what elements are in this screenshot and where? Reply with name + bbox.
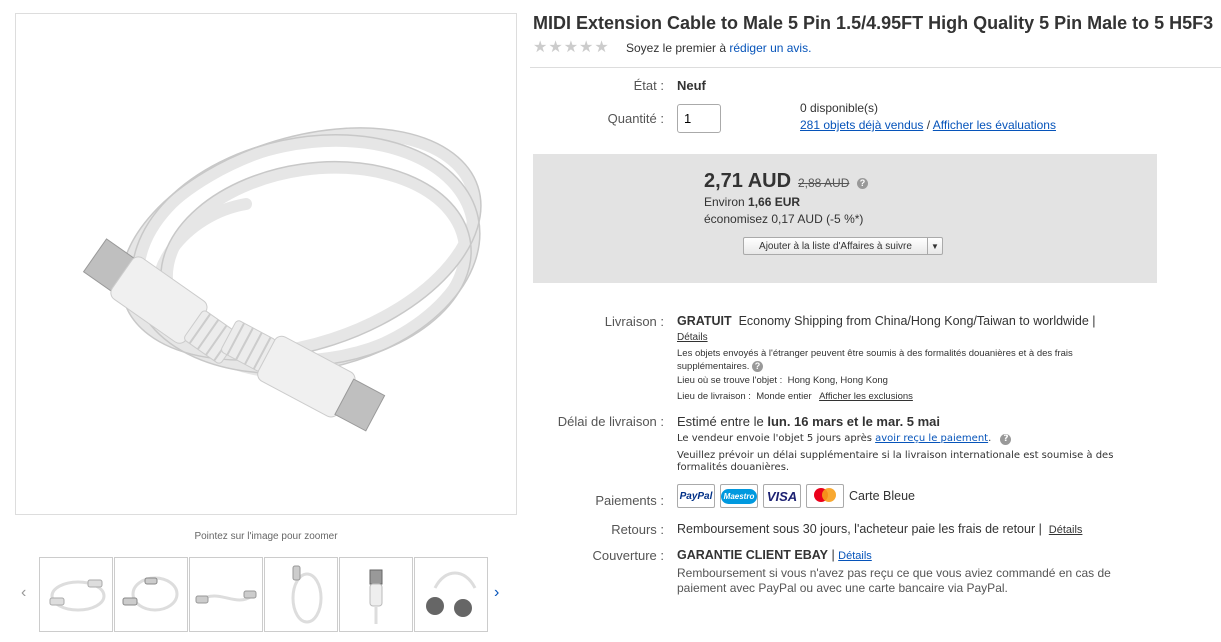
- mastercard-logo: [806, 484, 844, 508]
- sold-count-link[interactable]: 281 objets déjà vendus: [800, 118, 923, 132]
- chevron-right-icon[interactable]: ›: [494, 584, 499, 602]
- main-product-image[interactable]: [15, 13, 517, 515]
- sold-line: 281 objets déjà vendus / Afficher les év…: [800, 118, 1056, 132]
- star-icon: ★: [563, 39, 579, 56]
- carte-bleue-text: Carte Bleue: [849, 489, 916, 503]
- shipping-method: GRATUIT Economy Shipping from China/Hong…: [677, 314, 1096, 328]
- coverage-title-line: GARANTIE CLIENT EBAY | Détails: [677, 548, 872, 562]
- original-price: 2,88 AUD: [798, 176, 850, 190]
- thumbnail-4[interactable]: [264, 557, 338, 632]
- caret-down-icon[interactable]: ▼: [927, 238, 942, 254]
- delivery-estimate: Estimé entre le lun. 16 mars et le mar. …: [677, 414, 941, 429]
- thumbnail-strip: ‹ ›: [15, 556, 517, 634]
- add-to-watchlist-button[interactable]: Ajouter à la liste d'Affaires à suivre ▼: [743, 237, 943, 255]
- star-icon: ★: [579, 39, 594, 56]
- shipping-label: Livraison :: [604, 314, 664, 329]
- write-review-link[interactable]: rédiger un avis.: [729, 41, 811, 55]
- star-icon: ★: [548, 39, 563, 56]
- zoom-hint: Pointez sur l'image pour zoomer: [194, 531, 338, 542]
- condition-label: État :: [633, 78, 664, 93]
- thumbnail-5[interactable]: [339, 557, 413, 632]
- product-title: MIDI Extension Cable to Male 5 Pin 1.5/4…: [533, 13, 1214, 33]
- customs-note: Les objets envoyés à l'étranger peuvent …: [677, 348, 1073, 372]
- available-count: 0 disponible(s): [800, 101, 879, 115]
- payment-received-link[interactable]: avoir reçu le paiement: [875, 433, 988, 444]
- intl-delivery-note: Veuillez prévoir un délai supplémentaire…: [677, 450, 1114, 473]
- seller-handling-note: Le vendeur envoie l'objet 5 jours après …: [677, 433, 1012, 445]
- coverage-label: Couverture :: [592, 548, 664, 563]
- rating-stars[interactable]: ★ ★ ★ ★ ★: [533, 40, 609, 56]
- price-box: 2,71 AUD 2,88 AUD ? Environ 1,66 EUR éco…: [533, 154, 1157, 283]
- chevron-left-icon[interactable]: ‹: [21, 584, 26, 602]
- payments-label: Paiements :: [595, 493, 664, 508]
- paypal-logo: PayPal: [677, 484, 715, 508]
- ships-to: Lieu de livraison : Monde entier Affiche…: [677, 391, 913, 402]
- returns-policy: Remboursement sous 30 jours, l'acheteur …: [677, 522, 1083, 536]
- item-location: Lieu où se trouve l'objet : Hong Kong, H…: [677, 375, 888, 386]
- thumbnail-3[interactable]: [189, 557, 263, 632]
- savings-text: économisez 0,17 AUD (-5 %*): [704, 212, 864, 226]
- help-icon[interactable]: ?: [857, 178, 868, 189]
- coverage-text: Remboursement si vous n'avez pas reçu ce…: [677, 566, 1111, 595]
- star-icon: ★: [533, 39, 548, 56]
- visa-logo: VISA: [763, 484, 801, 508]
- quantity-input[interactable]: [677, 104, 721, 133]
- watchlist-label: Ajouter à la liste d'Affaires à suivre: [759, 240, 912, 252]
- delivery-label: Délai de livraison :: [557, 414, 664, 429]
- returns-label: Retours :: [611, 522, 664, 537]
- reviews-link[interactable]: Afficher les évaluations: [933, 118, 1056, 132]
- review-prompt: Soyez le premier à rédiger un avis.: [626, 41, 812, 55]
- thumbnail-6[interactable]: [414, 557, 488, 632]
- quantity-label: Quantité :: [607, 111, 664, 126]
- help-icon[interactable]: ?: [1000, 434, 1012, 445]
- approx-price: Environ 1,66 EUR: [704, 195, 801, 209]
- returns-details-link[interactable]: Détails: [1049, 524, 1083, 536]
- mastercard-icon: [814, 488, 836, 502]
- help-icon[interactable]: ?: [752, 361, 763, 372]
- coverage-details-link[interactable]: Détails: [838, 550, 872, 562]
- thumbnail-2[interactable]: [114, 557, 188, 632]
- midi-cable-image: [82, 127, 482, 432]
- star-icon: ★: [594, 39, 609, 56]
- maestro-logo: Maestro: [720, 484, 758, 508]
- shipping-details-link[interactable]: Détails: [677, 332, 708, 343]
- current-price: 2,71 AUD: [704, 170, 792, 192]
- thumbnail-1[interactable]: [39, 557, 113, 632]
- divider: [530, 67, 1221, 68]
- condition-value: Neuf: [677, 78, 706, 93]
- exclusions-link[interactable]: Afficher les exclusions: [819, 391, 913, 402]
